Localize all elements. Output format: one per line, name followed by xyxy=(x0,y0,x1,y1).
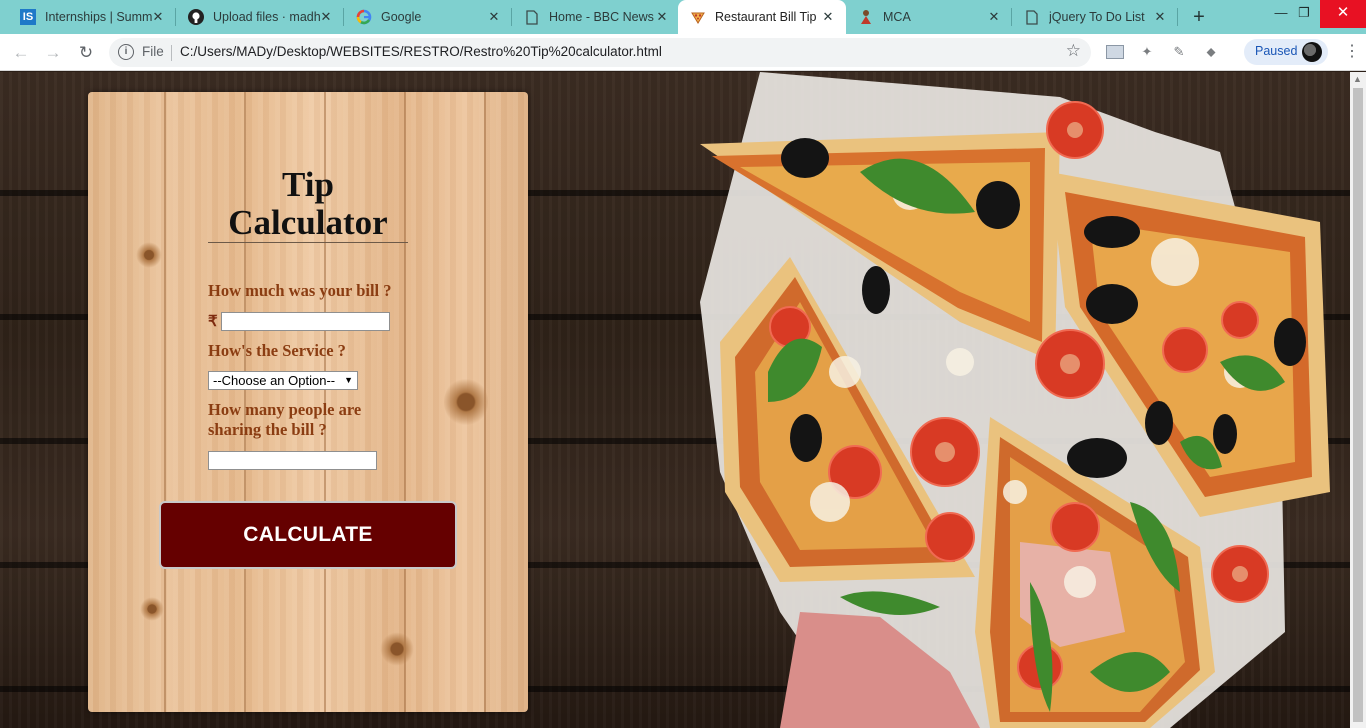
scrollbar-thumb[interactable] xyxy=(1353,88,1363,722)
close-tab-icon[interactable]: ✕ xyxy=(486,9,502,25)
tab-title: Google xyxy=(381,10,422,24)
wood-knot xyxy=(136,242,162,268)
tag-icon[interactable]: ⬥ xyxy=(1201,42,1221,62)
tab-google[interactable]: Google ✕ xyxy=(344,0,512,34)
scroll-up-arrow-icon[interactable]: ▲ xyxy=(1353,74,1362,84)
close-tab-icon[interactable]: ✕ xyxy=(1152,9,1168,25)
close-window-button[interactable]: ✕ xyxy=(1320,0,1366,28)
service-selected-value: --Choose an Option-- xyxy=(213,373,336,388)
close-tab-icon[interactable]: ✕ xyxy=(986,9,1002,25)
tab-title: Home - BBC News xyxy=(549,10,654,24)
tab-restaurant-tip[interactable]: Restaurant Bill Tip C ✕ xyxy=(678,0,846,34)
bill-amount-input[interactable] xyxy=(221,312,390,331)
people-count-input[interactable] xyxy=(208,451,377,470)
title-line-1: Tip xyxy=(282,165,334,204)
wood-knot xyxy=(380,632,414,666)
title-underline xyxy=(208,242,408,243)
people-question-line-1: How many people are xyxy=(208,400,362,419)
tab-title: jQuery To Do List xyxy=(1049,10,1145,24)
tab-title: Restaurant Bill Tip C xyxy=(715,10,819,24)
close-tab-icon[interactable]: ✕ xyxy=(318,9,334,25)
forward-arrow-icon[interactable]: → xyxy=(40,40,66,66)
service-question-label: How's the Service ? xyxy=(208,341,346,360)
close-tab-icon[interactable]: ✕ xyxy=(820,9,836,25)
tab-strip: IS Internships | Summ ✕ Upload files · m… xyxy=(0,0,1366,34)
person-icon xyxy=(858,9,874,25)
tab-mca[interactable]: MCA ✕ xyxy=(846,0,1012,34)
scheme-label: File xyxy=(142,44,164,59)
profile-paused-button[interactable]: Paused xyxy=(1244,39,1328,65)
eyedropper-icon[interactable]: ✎ xyxy=(1169,42,1189,62)
tab-title: Upload files · madh xyxy=(213,10,321,24)
bill-question-label: How much was your bill ? xyxy=(208,281,392,300)
tab-title: MCA xyxy=(883,10,911,24)
back-arrow-icon[interactable]: ← xyxy=(8,40,34,66)
reload-icon[interactable]: ↻ xyxy=(73,40,99,66)
dropdown-arrow-icon: ▼ xyxy=(344,375,353,385)
people-question-line-2: sharing the bill ? xyxy=(208,420,327,439)
kebab-menu-icon[interactable]: ⋮ xyxy=(1344,41,1360,63)
calculate-button[interactable]: CALCULATE xyxy=(159,501,457,569)
new-tab-button[interactable]: + xyxy=(1188,6,1210,28)
internshala-icon: IS xyxy=(20,9,36,25)
close-tab-icon[interactable]: ✕ xyxy=(654,9,670,25)
wood-knot xyxy=(444,377,488,427)
bookmark-star-icon[interactable]: ☆ xyxy=(1066,41,1081,61)
tab-jquery-todo[interactable]: jQuery To Do List ✕ xyxy=(1012,0,1178,34)
page-title: Tip Calculator xyxy=(198,166,418,242)
pizza-icon xyxy=(690,9,706,25)
tip-calculator-panel: Tip Calculator How much was your bill ? … xyxy=(88,92,528,712)
title-line-2: Calculator xyxy=(228,203,388,242)
rupee-icon: ₹ xyxy=(208,313,218,330)
page-icon xyxy=(524,9,540,25)
page-icon xyxy=(1024,9,1040,25)
page-viewport: Tip Calculator How much was your bill ? … xyxy=(0,72,1350,728)
tab-title: Internships | Summ xyxy=(45,10,153,24)
paused-label: Paused xyxy=(1255,44,1298,58)
url-text[interactable]: C:/Users/MADy/Desktop/WEBSITES/RESTRO/Re… xyxy=(180,44,662,59)
tab-github[interactable]: Upload files · madh ✕ xyxy=(176,0,344,34)
extension-image-icon[interactable] xyxy=(1106,45,1124,59)
address-bar[interactable]: i File C:/Users/MADy/Desktop/WEBSITES/RE… xyxy=(109,38,1091,67)
google-icon xyxy=(356,9,372,25)
github-icon xyxy=(188,9,204,25)
close-tab-icon[interactable]: ✕ xyxy=(150,9,166,25)
browser-toolbar: ← → ↻ i File C:/Users/MADy/Desktop/WEBSI… xyxy=(0,34,1366,71)
extension-puzzle-icon[interactable]: ✦ xyxy=(1137,42,1157,62)
service-quality-select[interactable]: --Choose an Option-- ▼ xyxy=(208,371,358,390)
avatar xyxy=(1302,42,1322,62)
tab-bbc[interactable]: Home - BBC News ✕ xyxy=(512,0,680,34)
page-scrollbar[interactable]: ▲ xyxy=(1350,72,1366,728)
wood-knot xyxy=(140,597,164,621)
info-icon[interactable]: i xyxy=(118,44,134,60)
address-divider xyxy=(171,45,172,61)
tab-internships[interactable]: IS Internships | Summ ✕ xyxy=(8,0,176,34)
people-question-label: How many people are sharing the bill ? xyxy=(208,400,361,440)
